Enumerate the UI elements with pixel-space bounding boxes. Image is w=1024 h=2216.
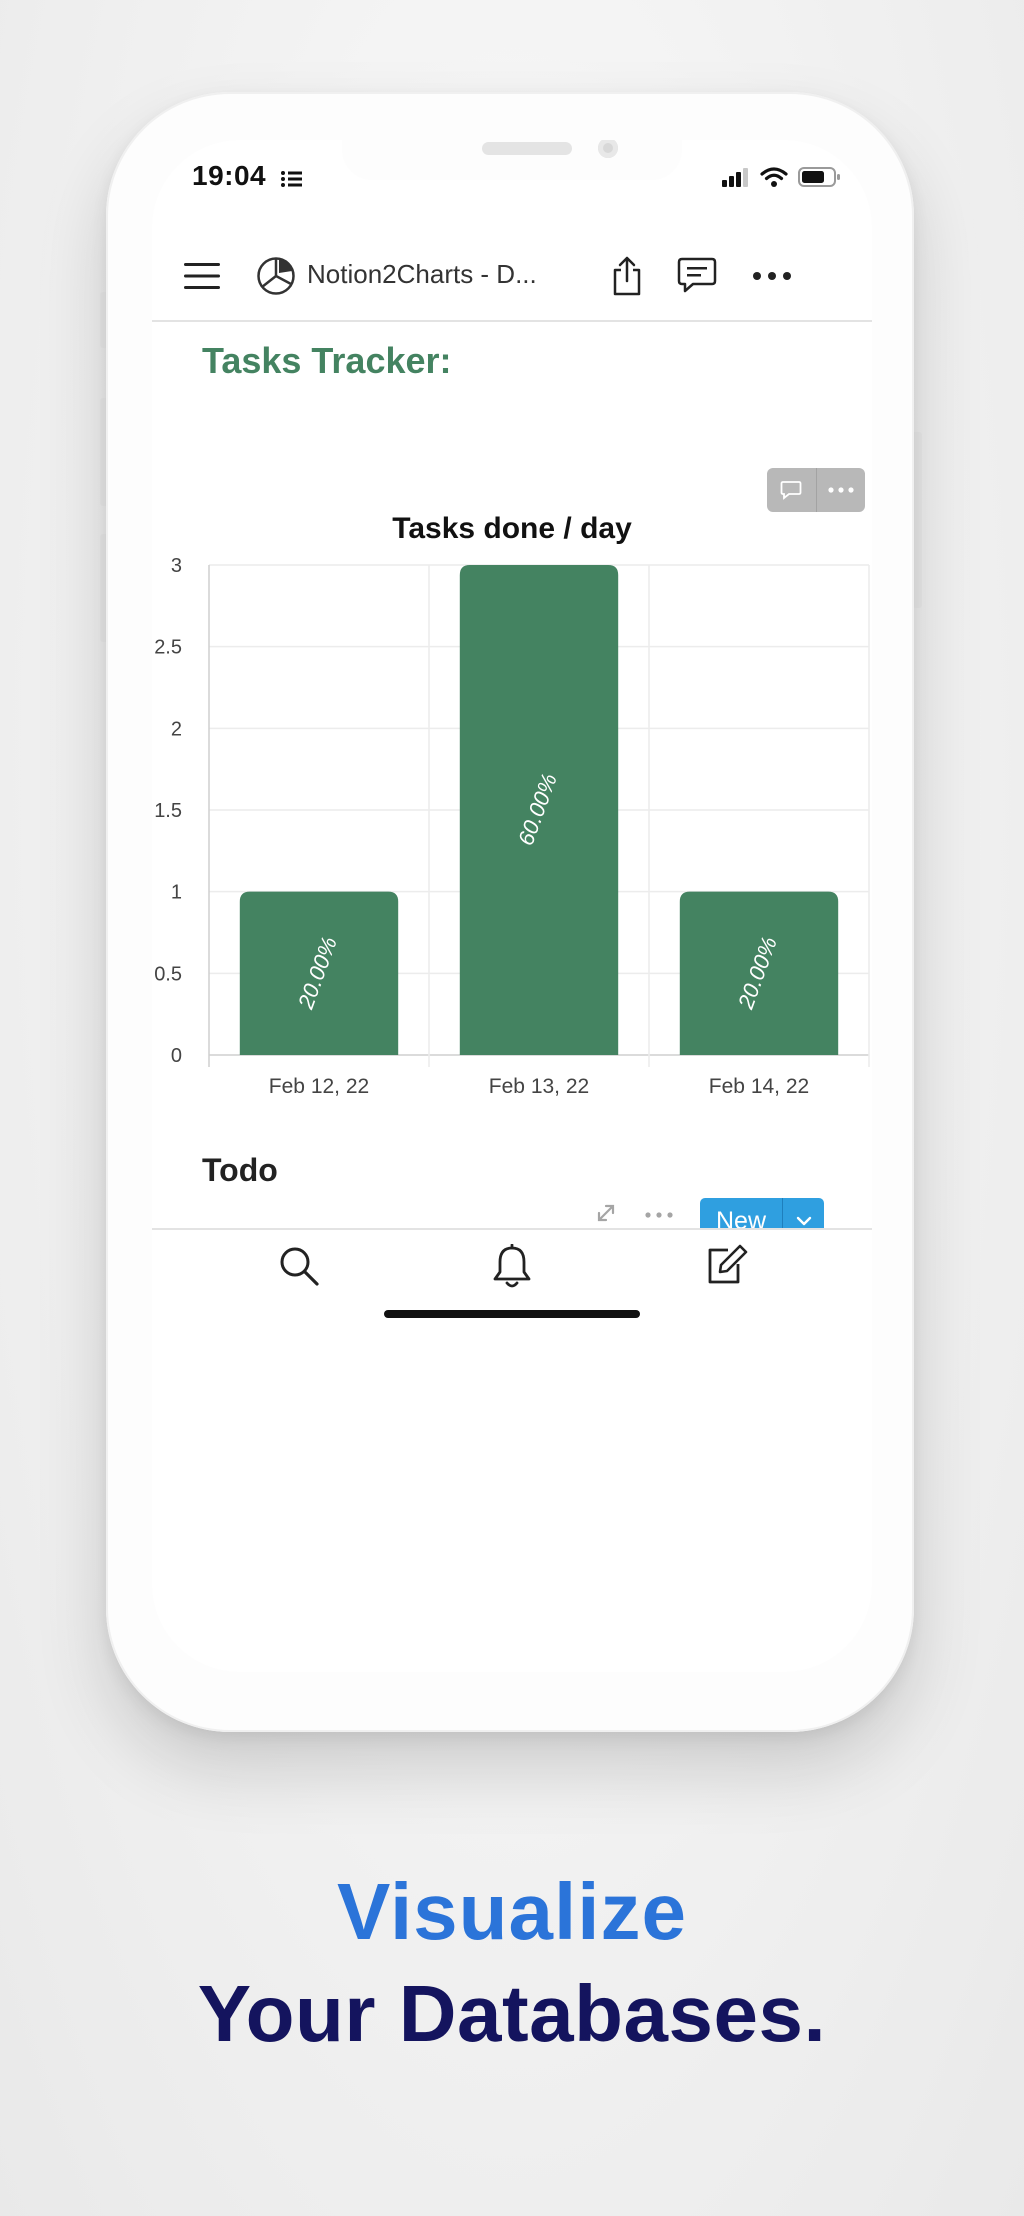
y-tick-label: 1 bbox=[171, 882, 182, 904]
camera bbox=[598, 140, 618, 158]
chart-title: Tasks done / day bbox=[392, 512, 632, 545]
expand-icon[interactable] bbox=[595, 1202, 617, 1224]
comment-icon bbox=[780, 481, 802, 500]
y-tick-label: 2.5 bbox=[154, 637, 182, 659]
app-logo bbox=[252, 232, 300, 320]
y-tick-label: 3 bbox=[171, 555, 182, 577]
signal-icon bbox=[722, 168, 748, 187]
more-horizontal-icon bbox=[753, 272, 791, 280]
home-indicator bbox=[384, 1310, 640, 1318]
chart-toolbar bbox=[767, 468, 865, 512]
comments-button[interactable] bbox=[672, 232, 722, 320]
status-time: 19:04 bbox=[192, 160, 267, 191]
y-tick-label: 0 bbox=[171, 1045, 182, 1067]
x-tick-label: Feb 13, 22 bbox=[489, 1075, 589, 1098]
status-icons bbox=[722, 166, 842, 188]
headline-primary: Visualize bbox=[337, 1867, 687, 1956]
search-icon[interactable] bbox=[277, 1244, 321, 1288]
chart-more-button[interactable] bbox=[815, 468, 866, 512]
chevron-down-icon bbox=[796, 1216, 811, 1226]
navigation-bar: Notion2Charts - D... bbox=[152, 232, 872, 322]
hamburger-icon bbox=[184, 263, 220, 289]
share-button[interactable] bbox=[602, 232, 652, 320]
x-tick-label: Feb 14, 22 bbox=[709, 1075, 809, 1098]
compose-icon[interactable] bbox=[704, 1244, 748, 1288]
todo-heading: Todo bbox=[202, 1152, 278, 1188]
x-tick-label: Feb 12, 22 bbox=[269, 1075, 369, 1098]
section-heading: Tasks Tracker: bbox=[202, 340, 452, 381]
phone-screen: 19:04 Notion2Charts - D... Tasks Tracker… bbox=[152, 140, 872, 1672]
notch bbox=[342, 140, 682, 180]
bell-icon[interactable] bbox=[490, 1244, 534, 1290]
speaker bbox=[482, 142, 572, 155]
more-horizontal-icon bbox=[828, 487, 854, 493]
y-tick-label: 1.5 bbox=[154, 800, 182, 822]
share-icon bbox=[613, 256, 641, 296]
more-button[interactable] bbox=[742, 232, 802, 320]
y-tick-label: 0.5 bbox=[154, 963, 182, 985]
chart-comment-button[interactable] bbox=[767, 468, 816, 512]
bar-chart: Tasks done / day00.511.522.5320.00%Feb 1… bbox=[154, 512, 870, 1098]
pie-chart-icon bbox=[257, 257, 295, 295]
y-tick-label: 2 bbox=[171, 718, 182, 740]
wifi-icon bbox=[760, 167, 788, 187]
more-horizontal-icon[interactable] bbox=[645, 1212, 673, 1218]
comment-icon bbox=[677, 257, 717, 293]
list-icon bbox=[281, 171, 302, 187]
headline-secondary: Your Databases. bbox=[197, 1969, 827, 2058]
page-title[interactable]: Notion2Charts - D... bbox=[307, 259, 537, 290]
battery-icon bbox=[798, 167, 840, 187]
bottom-tab-bar bbox=[152, 1228, 872, 1306]
menu-button[interactable] bbox=[172, 232, 232, 320]
